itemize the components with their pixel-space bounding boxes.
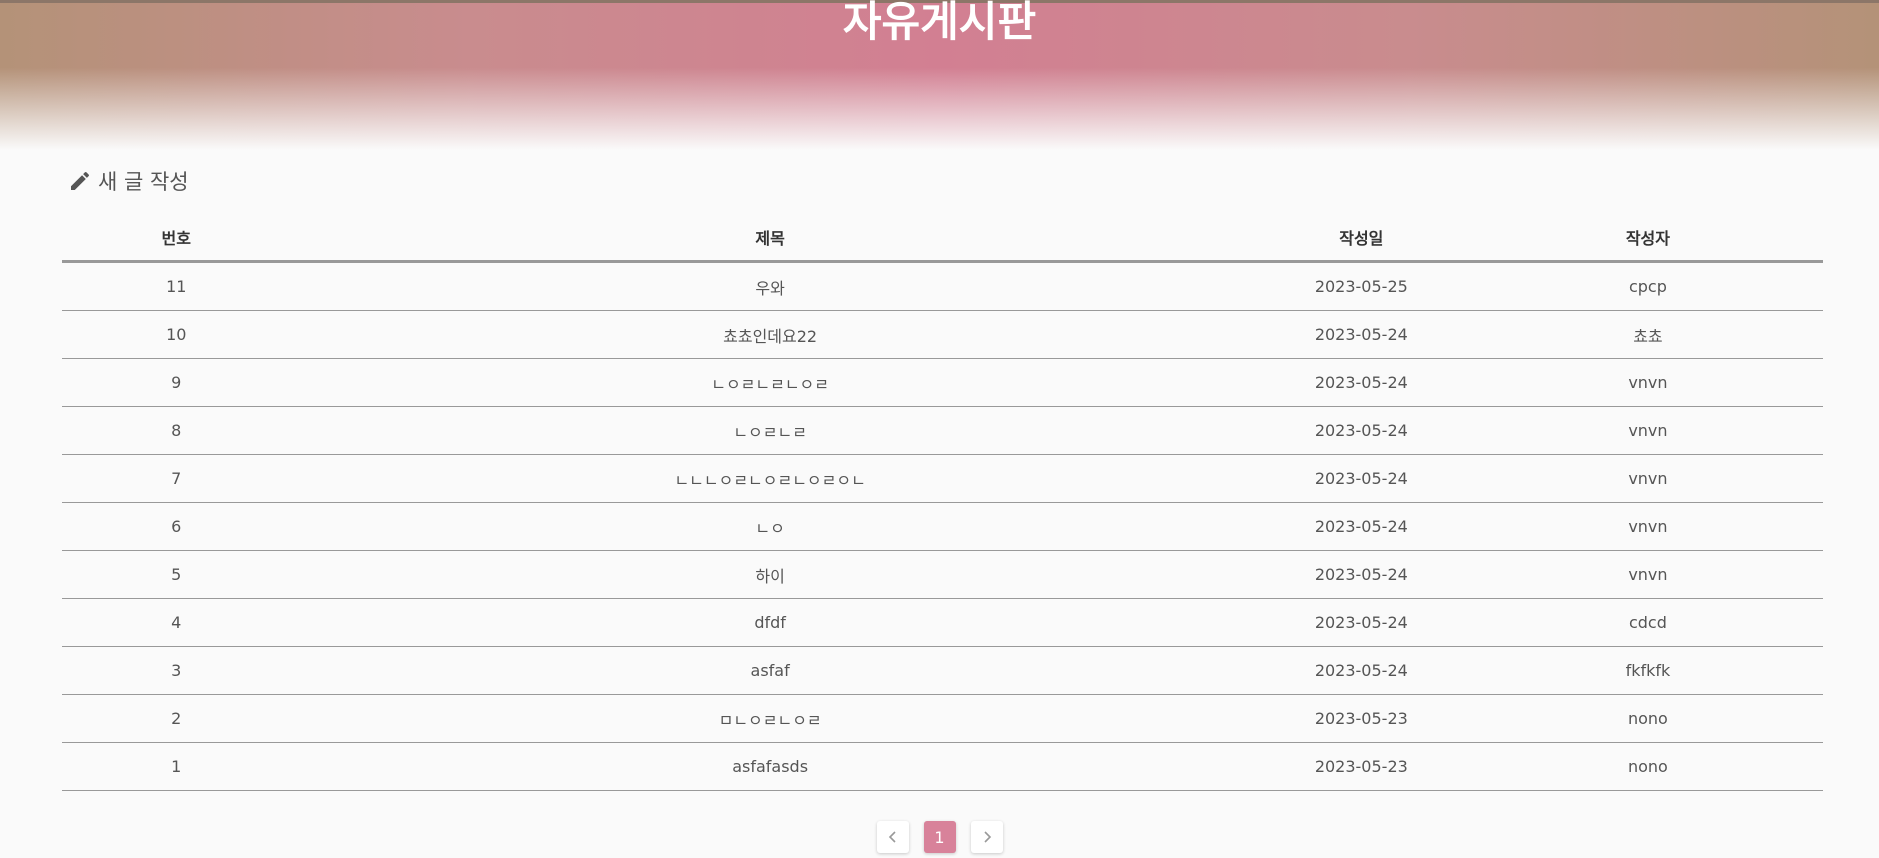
table-row[interactable]: 10 쵸쵸인데요22 2023-05-24 쵸쵸	[62, 310, 1823, 359]
cell-date: 2023-05-24	[1249, 598, 1473, 647]
table-header-row: 번호 제목 작성일 작성자	[62, 213, 1823, 263]
cell-number: 5	[62, 550, 291, 599]
cell-number: 1	[62, 742, 291, 791]
cell-title[interactable]: ㄴㅇㄹㄴㄹㄴㅇㄹ	[290, 358, 1250, 407]
cell-number: 11	[62, 261, 291, 311]
cell-author: nono	[1472, 694, 1823, 743]
cell-author: 쵸쵸	[1472, 310, 1823, 359]
table-row[interactable]: 6 ㄴㅇ 2023-05-24 vnvn	[62, 502, 1823, 551]
table-row[interactable]: 9 ㄴㅇㄹㄴㄹㄴㅇㄹ 2023-05-24 vnvn	[62, 358, 1823, 407]
pagination: 1	[0, 821, 1879, 853]
table-row[interactable]: 4 dfdf 2023-05-24 cdcd	[62, 598, 1823, 647]
cell-number: 7	[62, 454, 291, 503]
cell-number: 2	[62, 694, 291, 743]
new-post-label: 새 글 작성	[98, 170, 189, 194]
new-post-button[interactable]: 새 글 작성	[68, 166, 189, 196]
cell-title[interactable]: asfafasds	[290, 742, 1250, 791]
cell-date: 2023-05-24	[1249, 502, 1473, 551]
chevron-right-icon	[983, 831, 991, 843]
cell-author: fkfkfk	[1472, 646, 1823, 695]
cell-date: 2023-05-24	[1249, 358, 1473, 407]
cell-date: 2023-05-24	[1249, 646, 1473, 695]
cell-number: 6	[62, 502, 291, 551]
cell-date: 2023-05-24	[1249, 550, 1473, 599]
pencil-icon	[71, 171, 90, 190]
cell-title[interactable]: 하이	[290, 550, 1250, 599]
table-row[interactable]: 1 asfafasds 2023-05-23 nono	[62, 742, 1823, 791]
cell-author: vnvn	[1472, 454, 1823, 503]
cell-author: cpcp	[1472, 261, 1823, 311]
cell-title[interactable]: 우와	[290, 261, 1250, 311]
table-row[interactable]: 5 하이 2023-05-24 vnvn	[62, 550, 1823, 599]
cell-number: 3	[62, 646, 291, 695]
table-row[interactable]: 2 ㅁㄴㅇㄹㄴㅇㄹ 2023-05-23 nono	[62, 694, 1823, 743]
cell-date: 2023-05-24	[1249, 454, 1473, 503]
cell-author: vnvn	[1472, 502, 1823, 551]
cell-date: 2023-05-24	[1249, 406, 1473, 455]
cell-author: vnvn	[1472, 406, 1823, 455]
column-header-date: 작성일	[1249, 213, 1473, 263]
cell-date: 2023-05-23	[1249, 694, 1473, 743]
cell-title[interactable]: ㄴㄴㄴㅇㄹㄴㅇㄹㄴㅇㄹㅇㄴ	[290, 454, 1250, 503]
table-row[interactable]: 11 우와 2023-05-25 cpcp	[62, 261, 1823, 311]
cell-number: 10	[62, 310, 291, 359]
cell-author: nono	[1472, 742, 1823, 791]
prev-page-button[interactable]	[876, 821, 909, 853]
table-row[interactable]: 7 ㄴㄴㄴㅇㄹㄴㅇㄹㄴㅇㄹㅇㄴ 2023-05-24 vnvn	[62, 454, 1823, 503]
cell-author: cdcd	[1472, 598, 1823, 647]
cell-number: 4	[62, 598, 291, 647]
cell-title[interactable]: ㄴㅇ	[290, 502, 1250, 551]
cell-title[interactable]: ㄴㅇㄹㄴㄹ	[290, 406, 1250, 455]
column-header-number: 번호	[62, 213, 291, 263]
page-title: 자유게시판	[842, 0, 1037, 46]
chevron-left-icon	[888, 831, 896, 843]
cell-title[interactable]: ㅁㄴㅇㄹㄴㅇㄹ	[290, 694, 1250, 743]
table-row[interactable]: 8 ㄴㅇㄹㄴㄹ 2023-05-24 vnvn	[62, 406, 1823, 455]
cell-author: vnvn	[1472, 358, 1823, 407]
cell-date: 2023-05-24	[1249, 310, 1473, 359]
table-body: 11 우와 2023-05-25 cpcp 10 쵸쵸인데요22 2023-05-24 쵸쵸 9…	[62, 261, 1823, 791]
cell-date: 2023-05-25	[1249, 261, 1473, 311]
post-table: 번호 제목 작성일 작성자 11 우와 2023-05-25 cpcp 10 쵸쵸인데요2…	[62, 213, 1823, 791]
cell-number: 8	[62, 406, 291, 455]
column-header-title: 제목	[290, 213, 1250, 263]
column-header-author: 작성자	[1472, 213, 1823, 263]
cell-title[interactable]: asfaf	[290, 646, 1250, 695]
cell-number: 9	[62, 358, 291, 407]
cell-title[interactable]: 쵸쵸인데요22	[290, 310, 1250, 359]
cell-author: vnvn	[1472, 550, 1823, 599]
table-row[interactable]: 3 asfaf 2023-05-24 fkfkfk	[62, 646, 1823, 695]
page-button-1[interactable]: 1	[923, 821, 956, 853]
next-page-button[interactable]	[970, 821, 1003, 853]
cell-title[interactable]: dfdf	[290, 598, 1250, 647]
cell-date: 2023-05-23	[1249, 742, 1473, 791]
